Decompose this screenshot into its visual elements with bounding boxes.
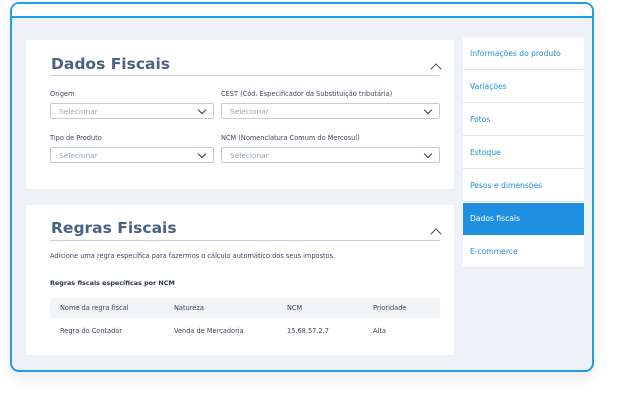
column-header: Natureza <box>174 304 204 312</box>
ncm-label: NCM (Nomenclatura Comum do Mercosul) <box>221 134 360 142</box>
sidebar-item-e-commerce[interactable]: E-commerce <box>463 236 584 268</box>
sidebar-item-estoque[interactable]: Estoque <box>463 137 584 169</box>
chevron-up-icon[interactable] <box>430 228 442 240</box>
cest-select[interactable]: Selecionar <box>221 103 440 119</box>
tipo-produto-label: Tipo de Produto <box>50 134 102 142</box>
tipo-produto-select[interactable]: Selecionar <box>50 147 214 163</box>
sidebar-item-label: Pesos e dimensões <box>470 181 543 190</box>
column-header: Prioridade <box>373 304 407 312</box>
origem-label: Origem <box>50 90 75 98</box>
sidebar-item-label: Dados fiscais <box>470 214 520 223</box>
chevron-down-icon <box>423 149 433 159</box>
sidebar-item-informacoes-produto[interactable]: Informações do produto <box>463 38 584 70</box>
cest-label: CEST (Cód. Especificador da Substituição… <box>221 90 393 98</box>
sidebar-item-variacoes[interactable]: Variações <box>463 71 584 103</box>
table-cell: 15.68.57.2.7 <box>287 327 329 335</box>
regras-subheading: Regras fiscais específicas por NCM <box>50 279 175 287</box>
sidebar-item-label: E-commerce <box>470 247 518 256</box>
chevron-down-icon <box>423 105 433 115</box>
table-cell: Regra do Contador <box>60 327 123 335</box>
sidebar-item-label: Variações <box>470 82 507 91</box>
chevron-up-icon[interactable] <box>430 63 442 75</box>
chevron-down-icon <box>197 105 207 115</box>
window-top-bar <box>12 4 592 18</box>
table-cell: Venda de Mercadoria <box>174 327 244 335</box>
column-header: Nome da regra fiscal <box>60 304 129 312</box>
table-row[interactable]: Regra do Contador Venda de Mercadoria 15… <box>50 320 440 342</box>
table-header: Nome da regra fiscal Natureza NCM Priori… <box>50 298 440 318</box>
sidebar-item-label: Informações do produto <box>470 49 561 58</box>
origem-select[interactable]: Selecionar <box>50 103 214 119</box>
tipo-produto-placeholder: Selecionar <box>59 151 98 160</box>
dados-fiscais-title: Dados Fiscais <box>51 55 171 73</box>
dados-fiscais-card: Dados Fiscais Origem Selecionar CEST (Có… <box>26 40 454 189</box>
app-window: Dados Fiscais Origem Selecionar CEST (Có… <box>10 2 594 372</box>
title-divider <box>50 240 440 241</box>
column-header: NCM <box>287 304 303 312</box>
sidebar-item-label: Estoque <box>470 148 501 157</box>
ncm-select[interactable]: Selecionar <box>221 147 440 163</box>
regras-fiscais-title: Regras Fiscais <box>51 219 177 237</box>
sidebar-nav: Informações do produto Variações Fotos E… <box>463 38 584 268</box>
sidebar-item-dados-fiscais[interactable]: Dados fiscais <box>463 203 584 235</box>
sidebar-item-fotos[interactable]: Fotos <box>463 104 584 136</box>
sidebar-item-label: Fotos <box>470 115 491 124</box>
regras-fiscais-card: Regras Fiscais Adicione uma regra especí… <box>26 205 454 355</box>
table-cell: Alta <box>373 327 386 335</box>
chevron-down-icon <box>197 149 207 159</box>
regras-description: Adicione uma regra específica para fazer… <box>50 252 336 260</box>
sidebar-item-pesos-dimensoes[interactable]: Pesos e dimensões <box>463 170 584 202</box>
ncm-placeholder: Selecionar <box>230 151 269 160</box>
title-divider <box>50 75 440 76</box>
cest-placeholder: Selecionar <box>230 107 269 116</box>
origem-placeholder: Selecionar <box>59 107 98 116</box>
